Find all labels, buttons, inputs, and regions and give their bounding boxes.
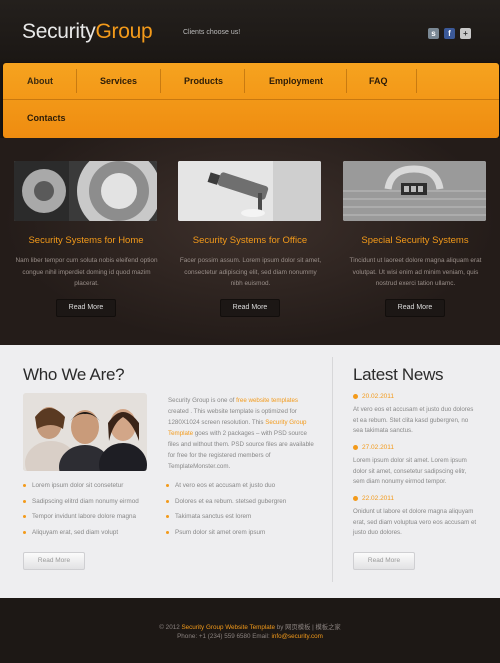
news-item: 27.02.2011 Lorem ipsum dolor sit amet. L… bbox=[353, 444, 478, 488]
feature-text: Nam liber tempor cum soluta nobis eleife… bbox=[15, 257, 158, 287]
nav-item-contacts[interactable]: Contacts bbox=[27, 100, 66, 136]
list-item: Psum dolor sit amet orem ipsum bbox=[166, 529, 286, 545]
content-section: Who We Are? Security Group is one of fre… bbox=[0, 345, 500, 598]
feature-card-home: Security Systems for Home Nam liber temp… bbox=[10, 138, 170, 345]
nav-item-employment[interactable]: Employment bbox=[269, 63, 323, 99]
who-read-more-button[interactable]: Read More bbox=[23, 552, 85, 570]
list-item: Aliquyam erat, sed diam volupt bbox=[23, 529, 139, 545]
nav-divider bbox=[346, 69, 347, 93]
nav-divider bbox=[416, 69, 417, 93]
news-date[interactable]: 20.02.2011 bbox=[353, 393, 478, 403]
logo-word-security: Security bbox=[22, 20, 96, 43]
skype-icon[interactable]: s bbox=[428, 28, 439, 39]
safe-dial-graphic bbox=[14, 161, 157, 221]
news-item: 22.02.2011 Onidunt ut labore et dolore m… bbox=[353, 495, 478, 539]
feature-list-right: At vero eos et accusam et justo duo Dolo… bbox=[166, 482, 286, 544]
feature-section: Security Systems for Home Nam liber temp… bbox=[0, 138, 500, 345]
copyright-text: © 2012 bbox=[159, 624, 182, 631]
list-item: Takimata sanctus est lorem bbox=[166, 513, 286, 529]
phone-text: Phone: +1 (234) 559 6580 Email: bbox=[177, 633, 272, 640]
news-date[interactable]: 27.02.2011 bbox=[353, 444, 478, 454]
email-link[interactable]: info@security.com bbox=[271, 633, 322, 640]
tagline: Clients choose us! bbox=[183, 29, 241, 36]
feature-title[interactable]: Special Security Systems bbox=[339, 235, 491, 246]
list-item: Tempor invidunt labore dolore magna bbox=[23, 513, 139, 529]
security-camera-graphic bbox=[178, 161, 321, 221]
nav-item-products[interactable]: Products bbox=[184, 63, 223, 99]
news-date[interactable]: 22.02.2011 bbox=[353, 495, 478, 505]
news-read-more-button[interactable]: Read More bbox=[353, 552, 415, 570]
footer: © 2012 Security Group Website Template b… bbox=[0, 598, 500, 663]
header: SecurityGroup Clients choose us! s f + bbox=[0, 0, 500, 62]
nav-divider bbox=[76, 69, 77, 93]
site-logo[interactable]: SecurityGroup bbox=[22, 20, 153, 44]
team-photo bbox=[23, 393, 147, 471]
free-templates-link[interactable]: free website templates bbox=[236, 397, 298, 404]
logo-word-group: Group bbox=[95, 20, 153, 43]
nav-item-services[interactable]: Services bbox=[100, 63, 137, 99]
team-photo-graphic bbox=[23, 393, 147, 471]
read-more-button[interactable]: Read More bbox=[385, 299, 445, 317]
read-more-button[interactable]: Read More bbox=[56, 299, 116, 317]
security-camera-image bbox=[178, 161, 321, 221]
feature-title[interactable]: Security Systems for Office bbox=[174, 235, 326, 246]
footer-contact: Phone: +1 (234) 559 6580 Email: info@sec… bbox=[0, 633, 500, 640]
who-heading: Who We Are? bbox=[23, 365, 125, 384]
feature-list-left: Lorem ipsum dolor sit consetetur Sadipsc… bbox=[23, 482, 139, 544]
footer-copyright: © 2012 Security Group Website Template b… bbox=[0, 622, 500, 631]
news-heading: Latest News bbox=[353, 365, 444, 384]
news-text: Lorem ipsum dolor sit amet. Lorem ipsum … bbox=[353, 457, 467, 485]
column-divider bbox=[332, 357, 333, 582]
nav-divider bbox=[160, 69, 161, 93]
list-item: Sadipscing elitrd diam nonumy eirmod bbox=[23, 498, 139, 514]
nav-item-faq[interactable]: FAQ bbox=[369, 63, 388, 99]
feature-card-special: Special Security Systems Tincidunt ut la… bbox=[339, 138, 499, 345]
main-navigation: About Services Products Employment FAQ C… bbox=[3, 63, 499, 138]
news-item: 20.02.2011 At vero eos et accusam et jus… bbox=[353, 393, 478, 437]
copyright-text: by 网页模板 | 模板之家 bbox=[275, 624, 341, 631]
feature-text: Facer possim assum. Lorem ipsum dolor si… bbox=[179, 257, 322, 287]
template-credit-link[interactable]: Security Group Website Template bbox=[181, 624, 275, 631]
nav-divider bbox=[244, 69, 245, 93]
nav-row-divider bbox=[3, 99, 499, 100]
who-description: Security Group is one of free website te… bbox=[168, 395, 318, 472]
nav-item-about[interactable]: About bbox=[27, 63, 53, 99]
list-item: At vero eos et accusam et justo duo bbox=[166, 482, 286, 498]
feature-card-office: Security Systems for Office Facer possim… bbox=[174, 138, 334, 345]
list-item: Dolores et ea rebum. stetsed gubergren bbox=[166, 498, 286, 514]
news-text: Onidunt ut labore et dolore magna aliquy… bbox=[353, 508, 477, 536]
briefcase-lock-image bbox=[343, 161, 486, 221]
briefcase-graphic bbox=[343, 161, 486, 221]
feature-text: Tincidunt ut laoreet dolore magna aliqua… bbox=[349, 257, 482, 287]
safe-dial-image bbox=[14, 161, 157, 221]
news-text: At vero eos et accusam et justo duo dolo… bbox=[353, 406, 474, 434]
read-more-button[interactable]: Read More bbox=[220, 299, 280, 317]
feature-title[interactable]: Security Systems for Home bbox=[10, 235, 162, 246]
facebook-icon[interactable]: f bbox=[444, 28, 455, 39]
list-item: Lorem ipsum dolor sit consetetur bbox=[23, 482, 139, 498]
who-text-part: Security Group is one of bbox=[168, 397, 237, 404]
plus-icon[interactable]: + bbox=[460, 28, 471, 39]
